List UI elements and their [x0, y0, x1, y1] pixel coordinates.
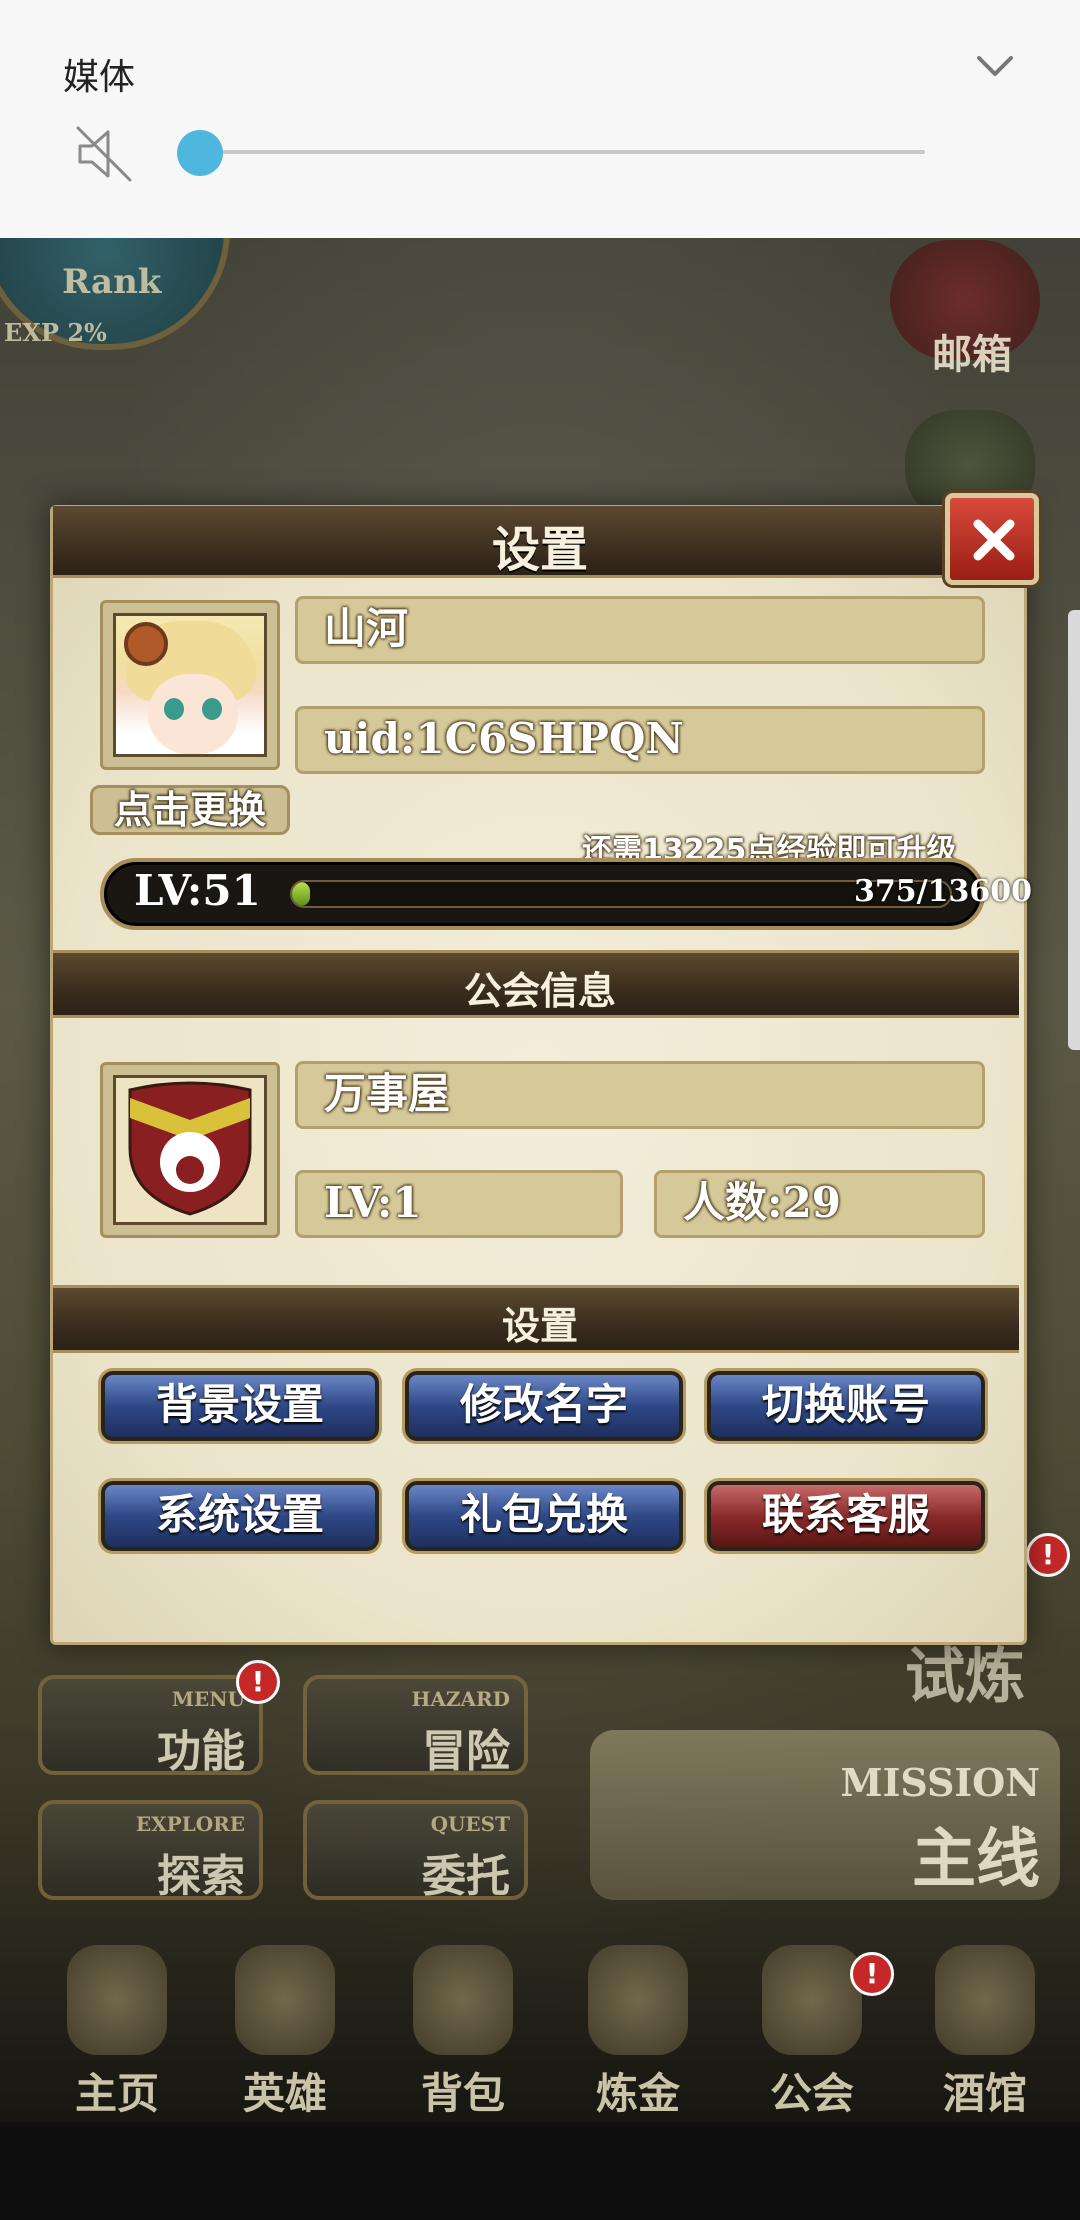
helmet-icon [235, 1945, 335, 2055]
shield-icon [762, 1945, 862, 2055]
rank-label: Rank [62, 262, 162, 302]
guild-level-field: LV:1 [295, 1170, 623, 1238]
guild-section-title: 公会信息 [463, 969, 616, 1013]
hazard-button-cn: 冒险 [422, 1726, 510, 1777]
menu-button-en: MENU [171, 1687, 245, 1711]
close-icon [973, 519, 1015, 561]
nav-bag-label: 背包 [420, 2069, 505, 2118]
nav-guild-label: 公会 [769, 2069, 854, 2118]
guild-name-field: 万事屋 [295, 1061, 985, 1129]
player-name-field: 山河 [295, 596, 985, 664]
avatar-portrait [113, 613, 267, 757]
change-avatar-button[interactable]: 点击更换 [90, 785, 290, 835]
nav-tavern-label: 酒馆 [942, 2069, 1027, 2118]
hazard-button-en: HAZARD [411, 1687, 511, 1711]
exp-progress-fill [292, 882, 311, 906]
quest-button-cn: 委托 [422, 1851, 510, 1902]
bag-icon [413, 1945, 513, 2055]
close-button[interactable] [945, 493, 1039, 585]
background-settings-button[interactable]: 背景设置 [101, 1371, 379, 1441]
alert-badge: ! [1026, 1533, 1070, 1577]
contact-support-button[interactable]: 联系客服 [707, 1481, 985, 1551]
nav-home-label: 主页 [74, 2069, 159, 2118]
nav-heroes-label: 英雄 [242, 2069, 327, 2118]
exp-count: 375/13600 [854, 874, 1032, 909]
chevron-down-icon[interactable] [975, 52, 1015, 80]
mission-en-label: MISSION [840, 1760, 1041, 1805]
explore-button-cn: 探索 [157, 1851, 245, 1902]
nav-heroes[interactable]: 英雄 [210, 1945, 360, 2120]
volume-slider-track[interactable] [200, 150, 925, 154]
switch-account-button[interactable]: 切换账号 [707, 1371, 985, 1441]
menu-alert-badge: ! [236, 1660, 280, 1704]
explore-button-en: EXPLORE [135, 1812, 245, 1836]
nav-bag[interactable]: 背包 [388, 1945, 538, 2120]
beer-icon [935, 1945, 1035, 2055]
rename-button[interactable]: 修改名字 [405, 1371, 683, 1441]
exp-progress-bar [290, 880, 952, 908]
castle-icon [67, 1945, 167, 2055]
menu-button-cn: 功能 [157, 1726, 245, 1777]
dialog-title: 设置 [491, 522, 588, 578]
navigation-bar-area [0, 2122, 1080, 2220]
volume-mute-icon[interactable] [74, 124, 134, 184]
nav-alchemy-label: 炼金 [595, 2069, 680, 2118]
guild-members-field: 人数:29 [654, 1170, 985, 1238]
guild-alert-badge: ! [850, 1952, 894, 1996]
gift-code-button[interactable]: 礼包兑换 [405, 1481, 683, 1551]
nav-tavern[interactable]: 酒馆 [910, 1945, 1060, 2120]
player-uid-field: uid:1C6SHPQN [295, 706, 985, 774]
explore-button[interactable]: EXPLORE 探索 [38, 1800, 263, 1902]
volume-slider-thumb[interactable] [177, 130, 223, 176]
guild-emblem-frame [100, 1062, 280, 1238]
mailbox-label: 邮箱 [932, 331, 1012, 378]
quest-button[interactable]: QUEST 委托 [303, 1800, 528, 1902]
menu-button[interactable]: MENU 功能 [38, 1675, 263, 1777]
player-level: LV:51 [134, 866, 261, 915]
system-settings-button[interactable]: 系统设置 [101, 1481, 379, 1551]
media-volume-title: 媒体 [63, 56, 136, 97]
media-volume-panel [0, 0, 1080, 238]
mission-cn-label: 主线 [912, 1823, 1040, 1897]
potion-icon [588, 1945, 688, 2055]
settings-section-title: 设置 [501, 1304, 578, 1348]
player-avatar[interactable] [100, 600, 280, 770]
rank-exp-label: EXP 2% [4, 318, 107, 347]
guild-emblem-icon [113, 1075, 267, 1225]
hazard-button[interactable]: HAZARD 冒险 [303, 1675, 528, 1777]
nav-alchemy[interactable]: 炼金 [563, 1945, 713, 2120]
nav-home[interactable]: 主页 [42, 1945, 192, 2120]
quest-button-en: QUEST [430, 1812, 510, 1836]
